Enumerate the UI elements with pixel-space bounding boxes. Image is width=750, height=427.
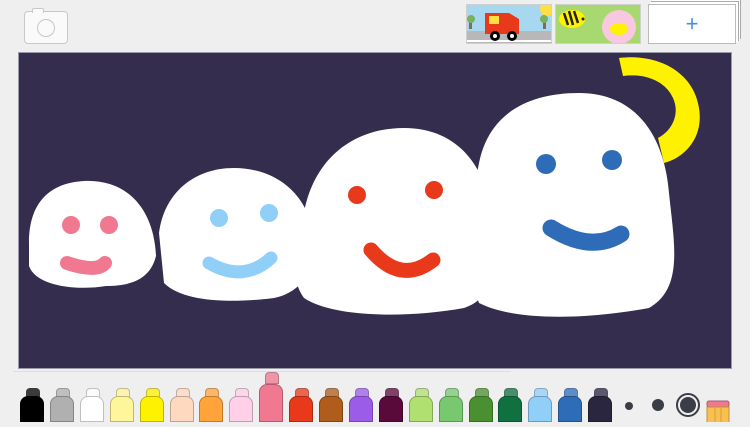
marker-body (468, 396, 493, 422)
brush-size-large-dot (680, 397, 696, 413)
marker-color-11[interactable] (348, 388, 373, 422)
eraser-icon (706, 400, 730, 424)
fire-truck-image (467, 5, 551, 43)
marker-color-16[interactable] (498, 388, 523, 422)
camera-icon (32, 8, 44, 13)
marker-body (259, 384, 284, 422)
color-palette (0, 372, 750, 422)
brush-size-medium[interactable] (652, 399, 664, 411)
marker-color-2[interactable] (79, 388, 104, 422)
marker-body (588, 396, 613, 422)
marker-color-8-selected[interactable] (259, 372, 284, 422)
marker-body (319, 396, 343, 422)
marker-color-1[interactable] (49, 388, 74, 422)
marker-color-0[interactable] (20, 388, 44, 422)
marker-color-6[interactable] (199, 388, 224, 422)
marker-color-7[interactable] (229, 388, 254, 422)
marker-body (229, 396, 254, 422)
marker-body (49, 396, 74, 422)
marker-cap (265, 372, 280, 384)
marker-color-15[interactable] (468, 388, 493, 422)
eraser-button[interactable] (706, 400, 730, 424)
bee-flower-image (556, 5, 640, 43)
marker-body (109, 396, 134, 422)
marker-body (408, 396, 433, 422)
camera-lens (37, 19, 55, 37)
marker-color-4[interactable] (139, 388, 164, 422)
marker-color-9[interactable] (289, 388, 314, 422)
marker-color-12[interactable] (378, 388, 403, 422)
marker-color-18[interactable] (558, 388, 583, 422)
marker-body (558, 396, 583, 422)
brush-size-small[interactable] (625, 402, 633, 410)
marker-color-19[interactable] (588, 388, 613, 422)
marker-body (498, 396, 523, 422)
marker-color-14[interactable] (438, 388, 463, 422)
marker-body (528, 396, 553, 422)
marker-body (348, 396, 373, 422)
marker-body (438, 396, 463, 422)
plus-icon: + (685, 11, 699, 36)
brush-size-large-selected[interactable] (676, 393, 700, 417)
marker-body (79, 396, 104, 422)
page-thumbnail-bee-flower[interactable] (555, 4, 641, 44)
marker-body (199, 396, 224, 422)
marker-body (139, 396, 164, 422)
marker-body (289, 396, 314, 422)
marker-color-3[interactable] (109, 388, 134, 422)
marker-body (378, 396, 403, 422)
marker-color-5[interactable] (169, 388, 194, 422)
camera-button[interactable] (24, 8, 68, 44)
marker-color-10[interactable] (319, 388, 343, 422)
marker-body (20, 396, 44, 422)
drawing-canvas[interactable] (18, 52, 732, 369)
marker-body (169, 396, 194, 422)
page-thumbnail-fire-truck[interactable] (466, 4, 552, 44)
marker-color-13[interactable] (408, 388, 433, 422)
marker-color-17[interactable] (528, 388, 553, 422)
add-page-button[interactable]: + (648, 4, 736, 44)
ghost-drawing (29, 57, 700, 317)
